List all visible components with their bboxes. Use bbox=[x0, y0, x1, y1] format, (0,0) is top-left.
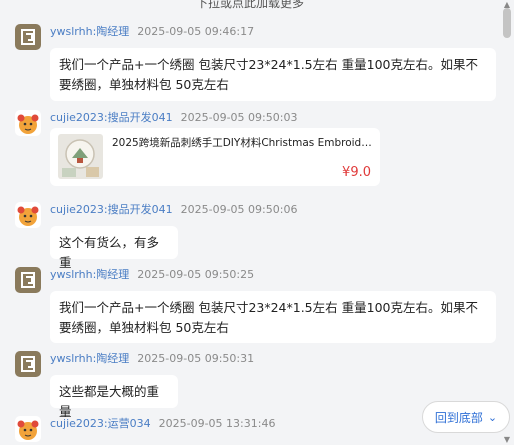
message-meta: cujie2023:运营034 2025-09-05 13:31:46 bbox=[50, 416, 275, 432]
message-bubble: 这些都是大概的重量 bbox=[50, 375, 178, 419]
scroll-to-bottom-label: 回到底部 bbox=[434, 410, 483, 425]
message-time: 2025-09-05 09:50:31 bbox=[137, 352, 255, 365]
chat-message-list: ywslrhh:陶经理 2025-09-05 09:46:17 我们一个产品+一个… bbox=[0, 0, 500, 445]
cartoon-avatar bbox=[15, 202, 41, 228]
product-card[interactable]: 2025跨境新品刺绣手工DIY材料Christmas Embroider... … bbox=[50, 128, 380, 186]
message-bubble: 我们一个产品+一个绣圈 包装尺寸23*24*1.5左右 重量100克左右。如果不… bbox=[50, 48, 496, 101]
scroll-to-bottom-button[interactable]: 回到底部 ⌄ bbox=[422, 401, 510, 433]
message-time: 2025-09-05 09:50:25 bbox=[137, 268, 255, 281]
chevron-down-icon: ⌄ bbox=[487, 410, 498, 424]
message-meta: ywslrhh:陶经理 2025-09-05 09:50:25 bbox=[50, 267, 254, 283]
product-price: ¥9.0 bbox=[342, 165, 371, 180]
sender-name[interactable]: ywslrhh:陶经理 bbox=[50, 268, 129, 281]
message-meta: ywslrhh:陶经理 2025-09-05 09:50:31 bbox=[50, 351, 254, 367]
sender-name[interactable]: ywslrhh:陶经理 bbox=[50, 25, 129, 38]
sender-name[interactable]: cujie2023:搜品开发041 bbox=[50, 111, 173, 124]
message-time: 2025-09-05 09:50:03 bbox=[180, 111, 298, 124]
product-title[interactable]: 2025跨境新品刺绣手工DIY材料Christmas Embroider... bbox=[112, 135, 374, 150]
vertical-scrollbar[interactable]: ▲ ▼ bbox=[500, 0, 514, 445]
message-time: 2025-09-05 09:46:17 bbox=[137, 25, 255, 38]
message-bubble: 这个有货么，有多重 bbox=[50, 226, 178, 270]
product-thumbnail[interactable] bbox=[58, 134, 103, 179]
message-time: 2025-09-05 09:50:06 bbox=[180, 203, 298, 216]
message-time: 2025-09-05 13:31:46 bbox=[158, 417, 276, 430]
sender-name[interactable]: ywslrhh:陶经理 bbox=[50, 352, 129, 365]
message-meta: cujie2023:搜品开发041 2025-09-05 09:50:06 bbox=[50, 202, 297, 218]
sender-name[interactable]: cujie2023:搜品开发041 bbox=[50, 203, 173, 216]
sender-name[interactable]: cujie2023:运营034 bbox=[50, 417, 151, 430]
message-bubble: 我们一个产品+一个绣圈 包装尺寸23*24*1.5左右 重量100克左右。如果不… bbox=[50, 291, 496, 343]
scrollbar-thumb[interactable] bbox=[503, 8, 511, 38]
logo-avatar bbox=[15, 267, 41, 293]
logo-avatar bbox=[15, 24, 41, 50]
message-meta: ywslrhh:陶经理 2025-09-05 09:46:17 bbox=[50, 24, 254, 40]
logo-avatar bbox=[15, 351, 41, 377]
cartoon-avatar bbox=[15, 110, 41, 136]
message-meta: cujie2023:搜品开发041 2025-09-05 09:50:03 bbox=[50, 110, 297, 126]
scroll-down-icon[interactable]: ▼ bbox=[502, 435, 512, 445]
cartoon-avatar bbox=[15, 416, 41, 442]
